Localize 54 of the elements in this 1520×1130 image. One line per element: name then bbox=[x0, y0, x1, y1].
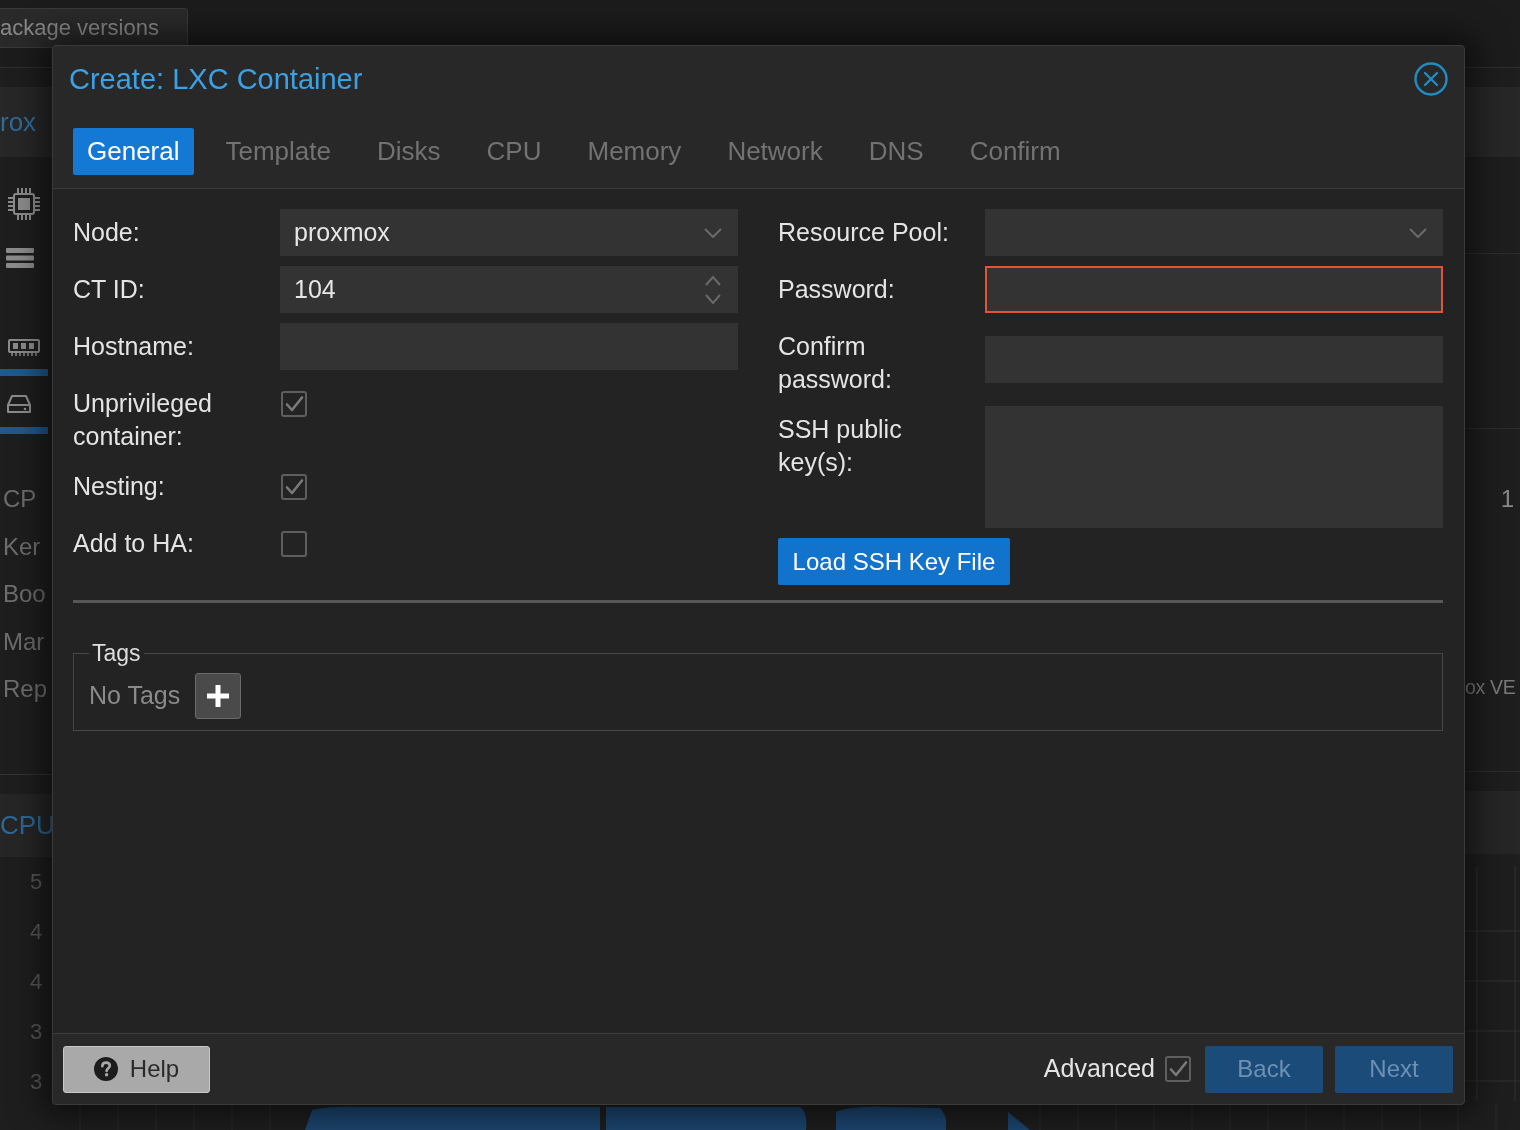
summary-value: 1 bbox=[1500, 484, 1514, 514]
chip-icon bbox=[8, 187, 40, 221]
plus-icon bbox=[207, 685, 230, 707]
field-label: SSH public key(s): bbox=[778, 414, 903, 478]
usage-bar bbox=[0, 427, 48, 434]
wizard-tab[interactable]: DNS bbox=[854, 128, 938, 175]
select-field[interactable] bbox=[985, 209, 1443, 256]
number-field[interactable]: 104 bbox=[280, 266, 738, 313]
checkbox[interactable] bbox=[281, 391, 307, 417]
field-label: Resource Pool: bbox=[778, 217, 950, 248]
wizard-tab[interactable]: General bbox=[73, 128, 194, 175]
summary-label: CP bbox=[2, 484, 37, 514]
empty-tags-text: No Tags bbox=[89, 680, 181, 712]
hard-drive-icon bbox=[7, 394, 31, 414]
group-title: Tags bbox=[91, 639, 142, 668]
field-label: Node: bbox=[73, 217, 141, 248]
wizard-tab[interactable]: Memory bbox=[573, 128, 696, 175]
password-input[interactable] bbox=[985, 266, 1443, 313]
checkbox[interactable] bbox=[281, 531, 307, 557]
select-field[interactable]: proxmox bbox=[280, 209, 738, 256]
add-tag-button[interactable] bbox=[195, 673, 242, 719]
summary-label: Rep bbox=[2, 674, 48, 704]
field-label: Hostname: bbox=[73, 331, 195, 362]
help-button[interactable]: Help bbox=[63, 1045, 210, 1093]
wizard-tab[interactable]: Template bbox=[211, 128, 345, 175]
server-icon bbox=[5, 247, 35, 269]
chevron-down-icon bbox=[704, 227, 722, 238]
checkbox[interactable] bbox=[1165, 1056, 1191, 1082]
checkbox[interactable] bbox=[281, 474, 307, 500]
summary-label: Ker bbox=[2, 531, 41, 562]
summary-label: Mar bbox=[2, 626, 45, 657]
spinner-arrows-icon[interactable] bbox=[704, 273, 722, 306]
field-label: Nesting: bbox=[73, 471, 166, 502]
advanced-label: Advanced bbox=[1043, 1053, 1155, 1085]
load-file-button[interactable]: Load SSH Key File bbox=[778, 538, 1010, 585]
wizard-tab[interactable]: Confirm bbox=[955, 128, 1075, 175]
wizard-tab[interactable]: CPU bbox=[472, 128, 556, 175]
memory-icon bbox=[8, 339, 40, 357]
usage-bar bbox=[0, 369, 48, 376]
chevron-down-icon bbox=[1409, 227, 1427, 238]
close-icon[interactable] bbox=[1414, 62, 1448, 96]
wizard-tab[interactable]: Network bbox=[713, 128, 837, 175]
help-icon bbox=[93, 1057, 118, 1081]
node-title: rox bbox=[0, 106, 37, 139]
field-label: Password: bbox=[778, 274, 896, 305]
field-label: Confirm password: bbox=[778, 331, 893, 395]
field-label: CT ID: bbox=[73, 274, 146, 305]
field-label: Add to HA: bbox=[73, 528, 195, 559]
summary-text: ox VE bbox=[1465, 675, 1516, 700]
wizard-tab[interactable]: Disks bbox=[363, 128, 455, 175]
field-label: Unprivileged container: bbox=[73, 388, 213, 452]
tab-button[interactable]: ackage versions bbox=[0, 8, 188, 48]
summary-label: Boo bbox=[2, 579, 46, 609]
dialog-title: Create: LXC Container bbox=[69, 62, 363, 97]
